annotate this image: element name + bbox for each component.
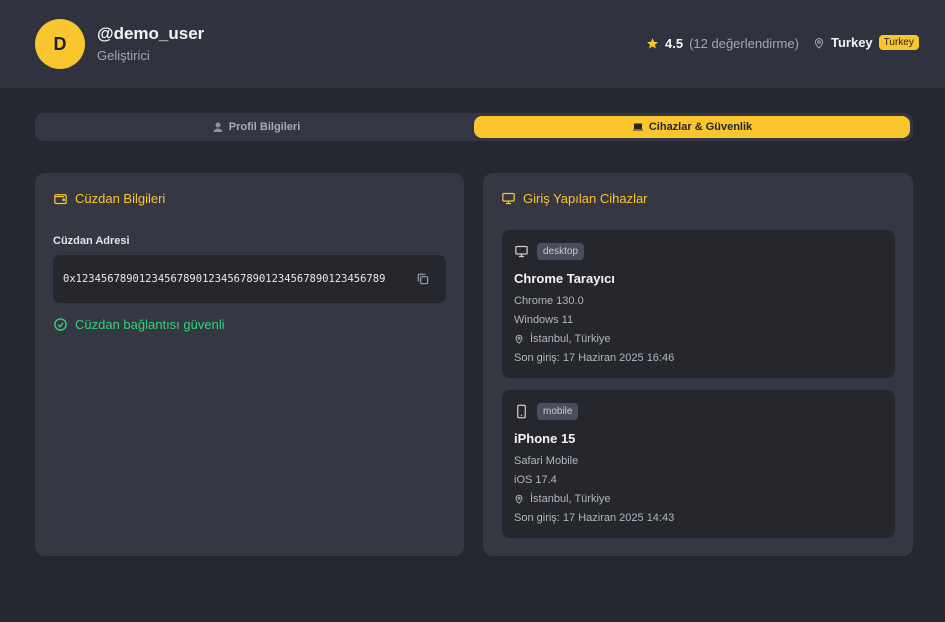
device-location-text: İstanbul, Türkiye: [530, 333, 611, 345]
tab-label: Profil Bilgileri: [228, 121, 301, 133]
device-type-badge: desktop: [537, 243, 585, 260]
monitor-icon: [515, 245, 528, 258]
device-last-login: Son giriş: 17 Haziran 2025 16:46: [514, 352, 675, 364]
user-icon: [213, 122, 223, 132]
rating-value: 4.5: [665, 36, 684, 51]
wallet-title-text: Cüzdan Bilgileri: [75, 191, 166, 206]
user-location: Turkey Turkey: [813, 35, 919, 50]
device-type-badge: mobile: [537, 403, 579, 420]
secure-status-text: Cüzdan bağlantısı güvenli: [75, 317, 225, 332]
user-role: Geliştirici: [97, 48, 150, 63]
copy-icon[interactable]: [416, 272, 430, 286]
device-name: Chrome Tarayıcı: [514, 271, 615, 286]
device-card-mobile: mobile iPhone 15 Safari Mobile iOS 17.4 …: [502, 390, 895, 538]
location-name: Turkey: [831, 35, 873, 50]
map-pin-icon: [814, 37, 824, 49]
tab-devices-security[interactable]: Cihazlar & Güvenlik: [474, 116, 910, 138]
tab-label: Cihazlar & Güvenlik: [648, 121, 753, 133]
device-os: iOS 17.4: [514, 474, 557, 486]
device-location-text: İstanbul, Türkiye: [530, 493, 611, 505]
username: @demo_user: [97, 24, 205, 43]
map-pin-icon: [515, 334, 523, 344]
device-browser: Chrome 130.0: [514, 295, 584, 307]
smartphone-icon: [517, 404, 526, 419]
wallet-card: Cüzdan Bilgileri Cüzdan Adresi 0x1234567…: [35, 173, 464, 556]
device-last-login: Son giriş: 17 Haziran 2025 14:43: [514, 512, 675, 524]
wallet-secure-status: Cüzdan bağlantısı güvenli: [53, 317, 225, 332]
device-card-desktop: desktop Chrome Tarayıcı Chrome 130.0 Win…: [502, 230, 895, 378]
wallet-icon: [54, 194, 67, 205]
country-badge: Turkey: [878, 35, 919, 50]
device-os: Windows 11: [514, 314, 574, 326]
laptop-icon: [632, 123, 643, 131]
map-pin-icon: [515, 494, 523, 504]
profile-header: D @demo_user Geliştirici 4.5 (12 değerle…: [0, 0, 945, 88]
tab-profile-info[interactable]: Profil Bilgileri: [38, 116, 474, 138]
device-location: İstanbul, Türkiye: [514, 493, 611, 505]
devices-card: Giriş Yapılan Cihazlar desktop Chrome Ta…: [483, 173, 913, 556]
wallet-address[interactable]: 0x12345678901234567890123456789012345678…: [63, 273, 385, 285]
devices-title-text: Giriş Yapılan Cihazlar: [523, 191, 648, 206]
device-name: iPhone 15: [514, 431, 576, 446]
wallet-card-title: Cüzdan Bilgileri: [53, 191, 165, 206]
check-circle-icon: [54, 318, 67, 331]
devices-card-title: Giriş Yapılan Cihazlar: [501, 191, 648, 206]
wallet-address-box: 0x12345678901234567890123456789012345678…: [53, 255, 446, 303]
tab-bar: Profil Bilgileri Cihazlar & Güvenlik: [35, 113, 913, 141]
device-location: İstanbul, Türkiye: [514, 333, 611, 345]
rating: 4.5 (12 değerlendirme): [646, 36, 799, 51]
rating-count: (12 değerlendirme): [689, 36, 799, 51]
monitor-icon: [502, 192, 515, 205]
wallet-address-label: Cüzdan Adresi: [53, 235, 130, 247]
device-browser: Safari Mobile: [514, 455, 579, 467]
star-icon: [647, 38, 658, 49]
avatar: D: [35, 19, 85, 69]
